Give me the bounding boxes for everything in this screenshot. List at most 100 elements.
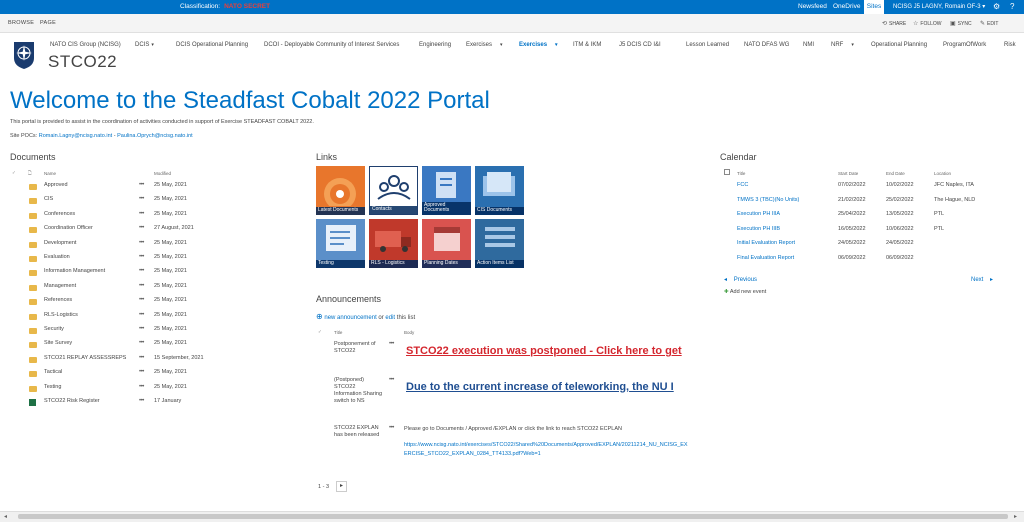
event-title[interactable]: Execution PH IIIA <box>737 211 780 217</box>
document-name[interactable]: Approved <box>44 182 68 194</box>
event-title[interactable]: Initial Evaluation Report <box>737 240 795 246</box>
nav-operational-planning[interactable]: Operational Planning <box>871 42 927 48</box>
more-options-icon[interactable]: ••• <box>139 312 144 318</box>
more-options-icon[interactable]: ••• <box>389 425 394 431</box>
scroll-right-icon[interactable]: ▸ <box>1014 513 1017 520</box>
more-options-icon[interactable]: ••• <box>139 326 144 332</box>
tab-browse[interactable]: BROWSE <box>8 20 34 26</box>
announcements-col-body[interactable]: Body <box>404 330 414 335</box>
document-name[interactable]: CIS <box>44 196 53 208</box>
nav-lesson-learned[interactable]: Lesson Learned <box>686 42 729 48</box>
document-name[interactable]: Site Survey <box>44 340 72 352</box>
newsfeed-link[interactable]: Newsfeed <box>798 3 827 10</box>
new-announcement-link[interactable]: new announcement <box>324 315 376 321</box>
nav-exercises-parent[interactable]: Exercises ▾ <box>466 42 503 48</box>
document-name[interactable]: Security <box>44 326 64 338</box>
tab-page[interactable]: PAGE <box>40 20 56 26</box>
nav-programofwork[interactable]: ProgramOfWork <box>943 42 986 48</box>
document-name[interactable]: References <box>44 297 72 309</box>
site-title[interactable]: STCO22 <box>48 52 117 72</box>
poc-link-2[interactable]: Paulina.Oprych@ncisg.nato.int <box>117 133 193 139</box>
nav-itm-ikm[interactable]: ITM & IKM <box>573 42 601 48</box>
previous-link[interactable]: ◂ Previous <box>724 276 757 283</box>
tile-rls-logistics[interactable]: RLS - Logistics <box>369 219 418 268</box>
more-options-icon[interactable]: ••• <box>139 254 144 260</box>
calendar-col-end[interactable]: End Date <box>886 171 905 176</box>
nav-dcoi[interactable]: DCOI - Deployable Community of Interest … <box>264 42 399 48</box>
gear-icon[interactable]: ⚙ <box>993 2 1000 11</box>
user-menu[interactable]: NCISG J5 LAGNY, Romain OF-3 ▾ <box>893 3 985 10</box>
document-name[interactable]: RLS-Logistics <box>44 312 78 324</box>
announcement-title[interactable]: (Postponed) STCO22 Information Sharing s… <box>334 377 384 406</box>
calendar-col-title[interactable]: Title <box>737 171 745 176</box>
horizontal-scrollbar[interactable]: ◂ ▸ <box>0 511 1024 522</box>
pager-next-button[interactable]: ▸ <box>336 481 347 492</box>
more-options-icon[interactable]: ••• <box>389 377 394 383</box>
calendar-col-start[interactable]: Start Date <box>838 171 858 176</box>
document-name[interactable]: Management <box>44 283 76 295</box>
more-options-icon[interactable]: ••• <box>139 225 144 231</box>
nav-nmi[interactable]: NMI <box>803 42 814 48</box>
document-name[interactable]: Development <box>44 240 76 252</box>
nav-exercises[interactable]: Exercises ▾ <box>519 42 558 48</box>
announcement-title[interactable]: STCO22 EXPLAN has been released <box>334 425 384 439</box>
more-options-icon[interactable]: ••• <box>139 268 144 274</box>
event-title[interactable]: FCC <box>737 182 748 188</box>
nav-j5-dcis[interactable]: J5 DCIS CD I&I <box>619 42 661 48</box>
poc-link-1[interactable]: Romain.Lagny@ncisg.nato.int <box>39 133 112 139</box>
more-options-icon[interactable]: ••• <box>139 196 144 202</box>
event-title[interactable]: Final Evaluation Report <box>737 255 794 261</box>
nav-nato-dfas-wg[interactable]: NATO DFAS WG <box>744 42 789 48</box>
help-icon[interactable]: ? <box>1010 2 1014 11</box>
document-name[interactable]: Coordination Officer <box>44 225 93 237</box>
more-options-icon[interactable]: ••• <box>139 355 144 361</box>
next-link[interactable]: Next ▸ <box>971 276 993 283</box>
more-options-icon[interactable]: ••• <box>139 182 144 188</box>
calendar-heading[interactable]: Calendar <box>720 152 757 162</box>
nav-risk[interactable]: Risk <box>1004 42 1016 48</box>
plus-circle-icon[interactable]: ⊕ <box>316 312 323 321</box>
edit-button[interactable]: ✎ EDIT <box>980 20 998 27</box>
tile-cis-documents[interactable]: CIS Documents <box>475 166 524 215</box>
explan-link[interactable]: https://www.ncisg.nato.int/exercises/STC… <box>404 441 688 459</box>
more-options-icon[interactable]: ••• <box>139 369 144 375</box>
tile-testing[interactable]: Testing <box>316 219 365 268</box>
announcements-col-title[interactable]: Title <box>334 330 342 335</box>
sync-button[interactable]: ▣ SYNC <box>950 20 972 27</box>
document-name[interactable]: Conferences <box>44 211 75 223</box>
nav-dcis-operational-planning[interactable]: DCIS Operational Planning <box>176 42 248 48</box>
more-options-icon[interactable]: ••• <box>139 297 144 303</box>
more-options-icon[interactable]: ••• <box>139 211 144 217</box>
documents-col-name[interactable]: Name <box>44 171 56 176</box>
checkmark-icon[interactable]: ✓ <box>318 329 322 335</box>
share-button[interactable]: ⟲ SHARE <box>882 20 906 27</box>
nav-nrf[interactable]: NRF ▾ <box>831 42 854 48</box>
document-name[interactable]: STCO21 REPLAY ASSESSREPS <box>44 355 126 367</box>
more-options-icon[interactable]: ••• <box>139 283 144 289</box>
more-options-icon[interactable]: ••• <box>139 398 144 404</box>
document-name[interactable]: Evaluation <box>44 254 70 266</box>
announcement-body[interactable]: Due to the current increase of teleworki… <box>406 381 688 393</box>
scrollbar-thumb[interactable] <box>18 514 1008 519</box>
more-options-icon[interactable]: ••• <box>389 341 394 347</box>
select-all-checkbox[interactable] <box>724 169 730 175</box>
nav-engineering[interactable]: Engineering <box>419 42 451 48</box>
announcement-title[interactable]: Postponement of STCO22 <box>334 341 384 355</box>
announcement-body[interactable]: STCO22 execution was postponed - Click h… <box>406 345 688 357</box>
tile-contacts[interactable]: Contacts <box>369 166 418 215</box>
nav-dcis[interactable]: DCIS ▾ <box>135 42 154 48</box>
scroll-left-icon[interactable]: ◂ <box>4 513 7 520</box>
tile-planning-dates[interactable]: Planning Dates <box>422 219 471 268</box>
add-new-event-link[interactable]: ✚ Add new event <box>724 289 766 295</box>
calendar-col-location[interactable]: Location <box>934 171 951 176</box>
more-options-icon[interactable]: ••• <box>139 384 144 390</box>
documents-heading[interactable]: Documents <box>10 152 56 162</box>
checkmark-icon[interactable]: ✓ <box>12 170 16 176</box>
document-name[interactable]: Tactical <box>44 369 62 381</box>
follow-button[interactable]: ☆ FOLLOW <box>913 20 942 27</box>
documents-col-modified[interactable]: Modified <box>154 171 171 176</box>
tile-approved-documents[interactable]: Approved Documents <box>422 166 471 215</box>
event-title[interactable]: Execution PH IIIB <box>737 226 780 232</box>
announcements-heading[interactable]: Announcements <box>316 294 381 304</box>
tile-action-items-list[interactable]: Action Items List <box>475 219 524 268</box>
